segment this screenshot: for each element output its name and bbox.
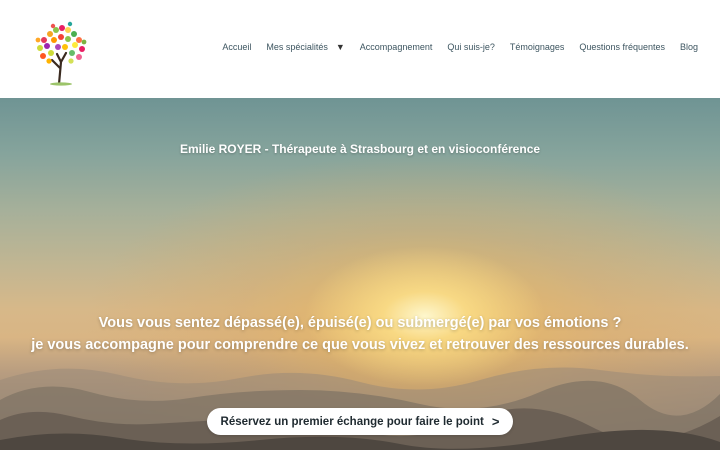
hero-headline-line1: Vous vous sentez dépassé(e), épuisé(e) o… <box>98 315 622 331</box>
nav-questions-frequentes[interactable]: Questions fréquentes <box>579 42 665 52</box>
main-nav: Accueil Mes spécialités ▼ Accompagnement… <box>222 42 698 52</box>
book-appointment-label: Réservez un premier échange pour faire l… <box>220 415 484 428</box>
hero-subtitle: Emilie ROYER - Thérapeute à Strasbourg e… <box>179 142 541 156</box>
hero-headline-line2: je vous accompagne pour comprendre ce qu… <box>31 337 689 353</box>
nav-accueil[interactable]: Accueil <box>222 42 251 52</box>
nav-blog[interactable]: Blog <box>680 42 698 52</box>
arrow-right-icon: > <box>491 414 500 429</box>
hero-headline: Vous vous sentez dépassé(e), épuisé(e) o… <box>0 312 720 356</box>
site-header: Accueil Mes spécialités ▼ Accompagnement… <box>0 0 720 98</box>
nav-accompagnement[interactable]: Accompagnement <box>360 42 433 52</box>
nav-qui-suis-je[interactable]: Qui suis-je? <box>447 42 495 52</box>
nav-mes-specialites-label: Mes spécialités <box>266 42 328 52</box>
book-appointment-button[interactable]: Réservez un premier échange pour faire l… <box>207 408 513 435</box>
hero-banner: Emilie ROYER - Thérapeute à Strasbourg e… <box>0 98 720 450</box>
nav-temoignages[interactable]: Témoignages <box>510 42 565 52</box>
nav-mes-specialites[interactable]: Mes spécialités ▼ <box>266 42 344 52</box>
chevron-down-icon[interactable]: ▼ <box>336 42 345 52</box>
tree-logo-icon[interactable] <box>24 18 96 86</box>
